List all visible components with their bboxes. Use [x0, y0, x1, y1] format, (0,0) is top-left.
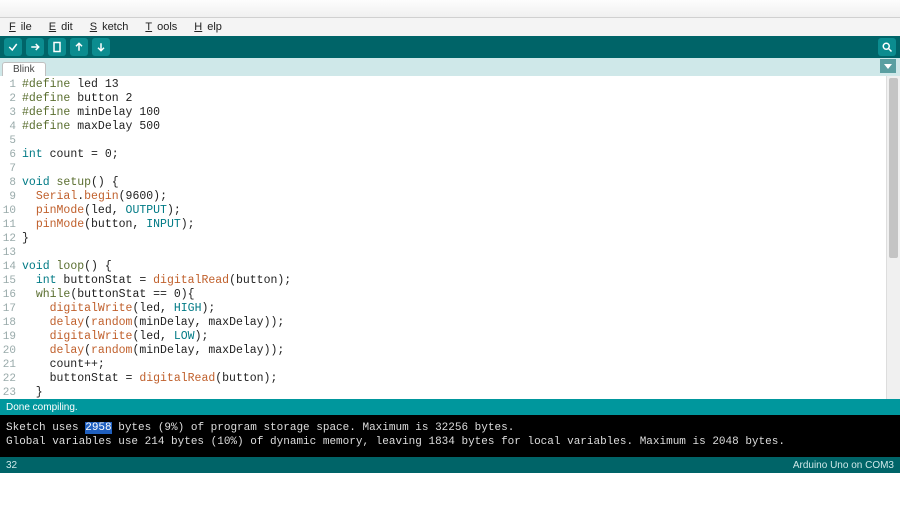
save-button[interactable]: [92, 38, 110, 56]
code-line[interactable]: void setup() {: [22, 176, 896, 190]
code-line[interactable]: #define minDelay 100: [22, 106, 896, 120]
code-line[interactable]: pinMode(button, INPUT);: [22, 218, 896, 232]
line-number: 2: [0, 92, 18, 106]
code-line[interactable]: [22, 134, 896, 148]
arrow-up-icon: [73, 41, 85, 53]
tab-blink[interactable]: Blink: [2, 62, 46, 76]
code-line[interactable]: digitalWrite(led, LOW);: [22, 330, 896, 344]
code-line[interactable]: while(buttonStat == 0){: [22, 288, 896, 302]
footer-line-number: 32: [6, 460, 17, 471]
status-text: Done compiling.: [6, 402, 78, 413]
console-line-1: Sketch uses 2958 bytes (9%) of program s…: [6, 422, 514, 434]
line-number: 4: [0, 120, 18, 134]
serial-monitor-button[interactable]: [878, 38, 896, 56]
menu-tools[interactable]: Tools: [140, 20, 187, 34]
menu-help[interactable]: Help: [189, 20, 232, 34]
menu-file[interactable]: File: [4, 20, 42, 34]
line-number: 1: [0, 78, 18, 92]
tab-menu-button[interactable]: [880, 59, 896, 73]
code-line[interactable]: [22, 162, 896, 176]
line-number: 17: [0, 302, 18, 316]
code-line[interactable]: #define maxDelay 500: [22, 120, 896, 134]
upload-button[interactable]: [26, 38, 44, 56]
line-number: 20: [0, 344, 18, 358]
line-number: 3: [0, 106, 18, 120]
compile-status-bar: Done compiling.: [0, 399, 900, 415]
code-line[interactable]: delay(random(minDelay, maxDelay));: [22, 344, 896, 358]
footer-bar: 32 Arduino Uno on COM3: [0, 457, 900, 473]
code-line[interactable]: int buttonStat = digitalRead(button);: [22, 274, 896, 288]
line-number: 14: [0, 260, 18, 274]
console-output[interactable]: Sketch uses 2958 bytes (9%) of program s…: [0, 415, 900, 457]
line-number: 23: [0, 386, 18, 399]
code-line[interactable]: }: [22, 386, 896, 399]
tab-bar: Blink: [0, 58, 900, 76]
line-number: 22: [0, 372, 18, 386]
vertical-scrollbar[interactable]: [886, 76, 900, 399]
line-number: 21: [0, 358, 18, 372]
console-highlight: 2958: [85, 422, 111, 434]
footer-board-port: Arduino Uno on COM3: [793, 460, 894, 471]
menu-edit[interactable]: Edit: [44, 20, 83, 34]
code-line[interactable]: [22, 246, 896, 260]
line-number: 13: [0, 246, 18, 260]
code-line[interactable]: delay(random(minDelay, maxDelay));: [22, 316, 896, 330]
menubar: File Edit Sketch Tools Help: [0, 18, 900, 36]
line-number: 12: [0, 232, 18, 246]
line-number: 16: [0, 288, 18, 302]
line-number: 6: [0, 148, 18, 162]
arrow-right-icon: [29, 41, 41, 53]
line-number: 5: [0, 134, 18, 148]
bottom-padding: [0, 473, 900, 507]
scrollbar-thumb[interactable]: [889, 78, 898, 258]
chevron-down-icon: [884, 62, 892, 70]
line-number: 15: [0, 274, 18, 288]
line-number: 9: [0, 190, 18, 204]
arrow-down-icon: [95, 41, 107, 53]
menu-sketch[interactable]: Sketch: [85, 20, 139, 34]
line-number: 11: [0, 218, 18, 232]
new-button[interactable]: [48, 38, 66, 56]
code-line[interactable]: pinMode(led, OUTPUT);: [22, 204, 896, 218]
code-line[interactable]: void loop() {: [22, 260, 896, 274]
code-area[interactable]: #define led 13#define button 2#define mi…: [18, 76, 900, 399]
verify-button[interactable]: [4, 38, 22, 56]
code-editor[interactable]: 1234567891011121314151617181920212223 #d…: [0, 76, 900, 399]
line-number: 8: [0, 176, 18, 190]
check-icon: [7, 41, 19, 53]
line-number: 10: [0, 204, 18, 218]
file-icon: [51, 41, 63, 53]
line-number: 18: [0, 316, 18, 330]
line-number: 7: [0, 162, 18, 176]
code-line[interactable]: count++;: [22, 358, 896, 372]
code-line[interactable]: #define button 2: [22, 92, 896, 106]
window-titlebar: [0, 0, 900, 18]
code-line[interactable]: int count = 0;: [22, 148, 896, 162]
magnifier-icon: [881, 41, 893, 53]
toolbar: [0, 36, 900, 58]
console-line-2: Global variables use 214 bytes (10%) of …: [6, 436, 785, 448]
open-button[interactable]: [70, 38, 88, 56]
code-line[interactable]: digitalWrite(led, HIGH);: [22, 302, 896, 316]
line-gutter: 1234567891011121314151617181920212223: [0, 76, 18, 399]
code-line[interactable]: #define led 13: [22, 78, 896, 92]
line-number: 19: [0, 330, 18, 344]
code-line[interactable]: }: [22, 232, 896, 246]
code-line[interactable]: buttonStat = digitalRead(button);: [22, 372, 896, 386]
code-line[interactable]: Serial.begin(9600);: [22, 190, 896, 204]
